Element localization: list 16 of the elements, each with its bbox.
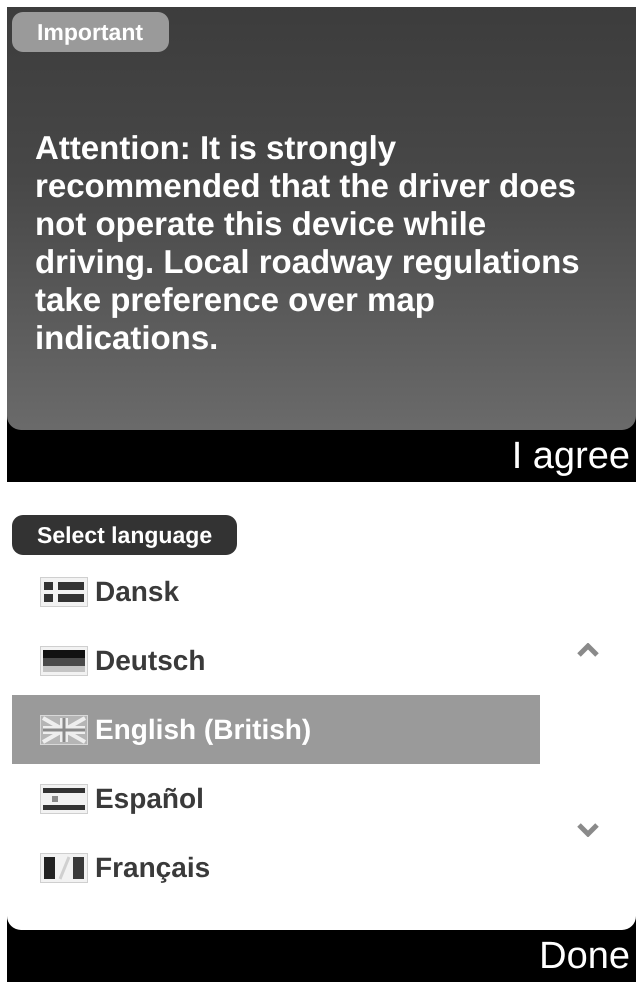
flag-icon [40, 784, 88, 814]
flag-icon [40, 714, 88, 744]
flag-icon [40, 576, 88, 606]
language-item[interactable]: Español [12, 764, 540, 833]
done-button[interactable]: Done [537, 933, 632, 979]
title-badge: Important [12, 12, 170, 52]
chevron-down-icon[interactable] [576, 823, 600, 837]
language-item[interactable]: Français [12, 833, 540, 902]
language-item[interactable]: Dansk [12, 557, 540, 626]
flag-icon [40, 646, 88, 676]
title-badge: Select language [12, 515, 238, 555]
agree-button[interactable]: I agree [510, 433, 632, 479]
chevron-up-icon[interactable] [576, 643, 600, 657]
warning-message: Attention: It is strongly recommended that the driver does not operate this device while driving. Local roadway regulations take preference over map indications. [35, 129, 581, 357]
flag-icon [40, 852, 88, 882]
language-item[interactable]: Deutsch [12, 626, 540, 695]
